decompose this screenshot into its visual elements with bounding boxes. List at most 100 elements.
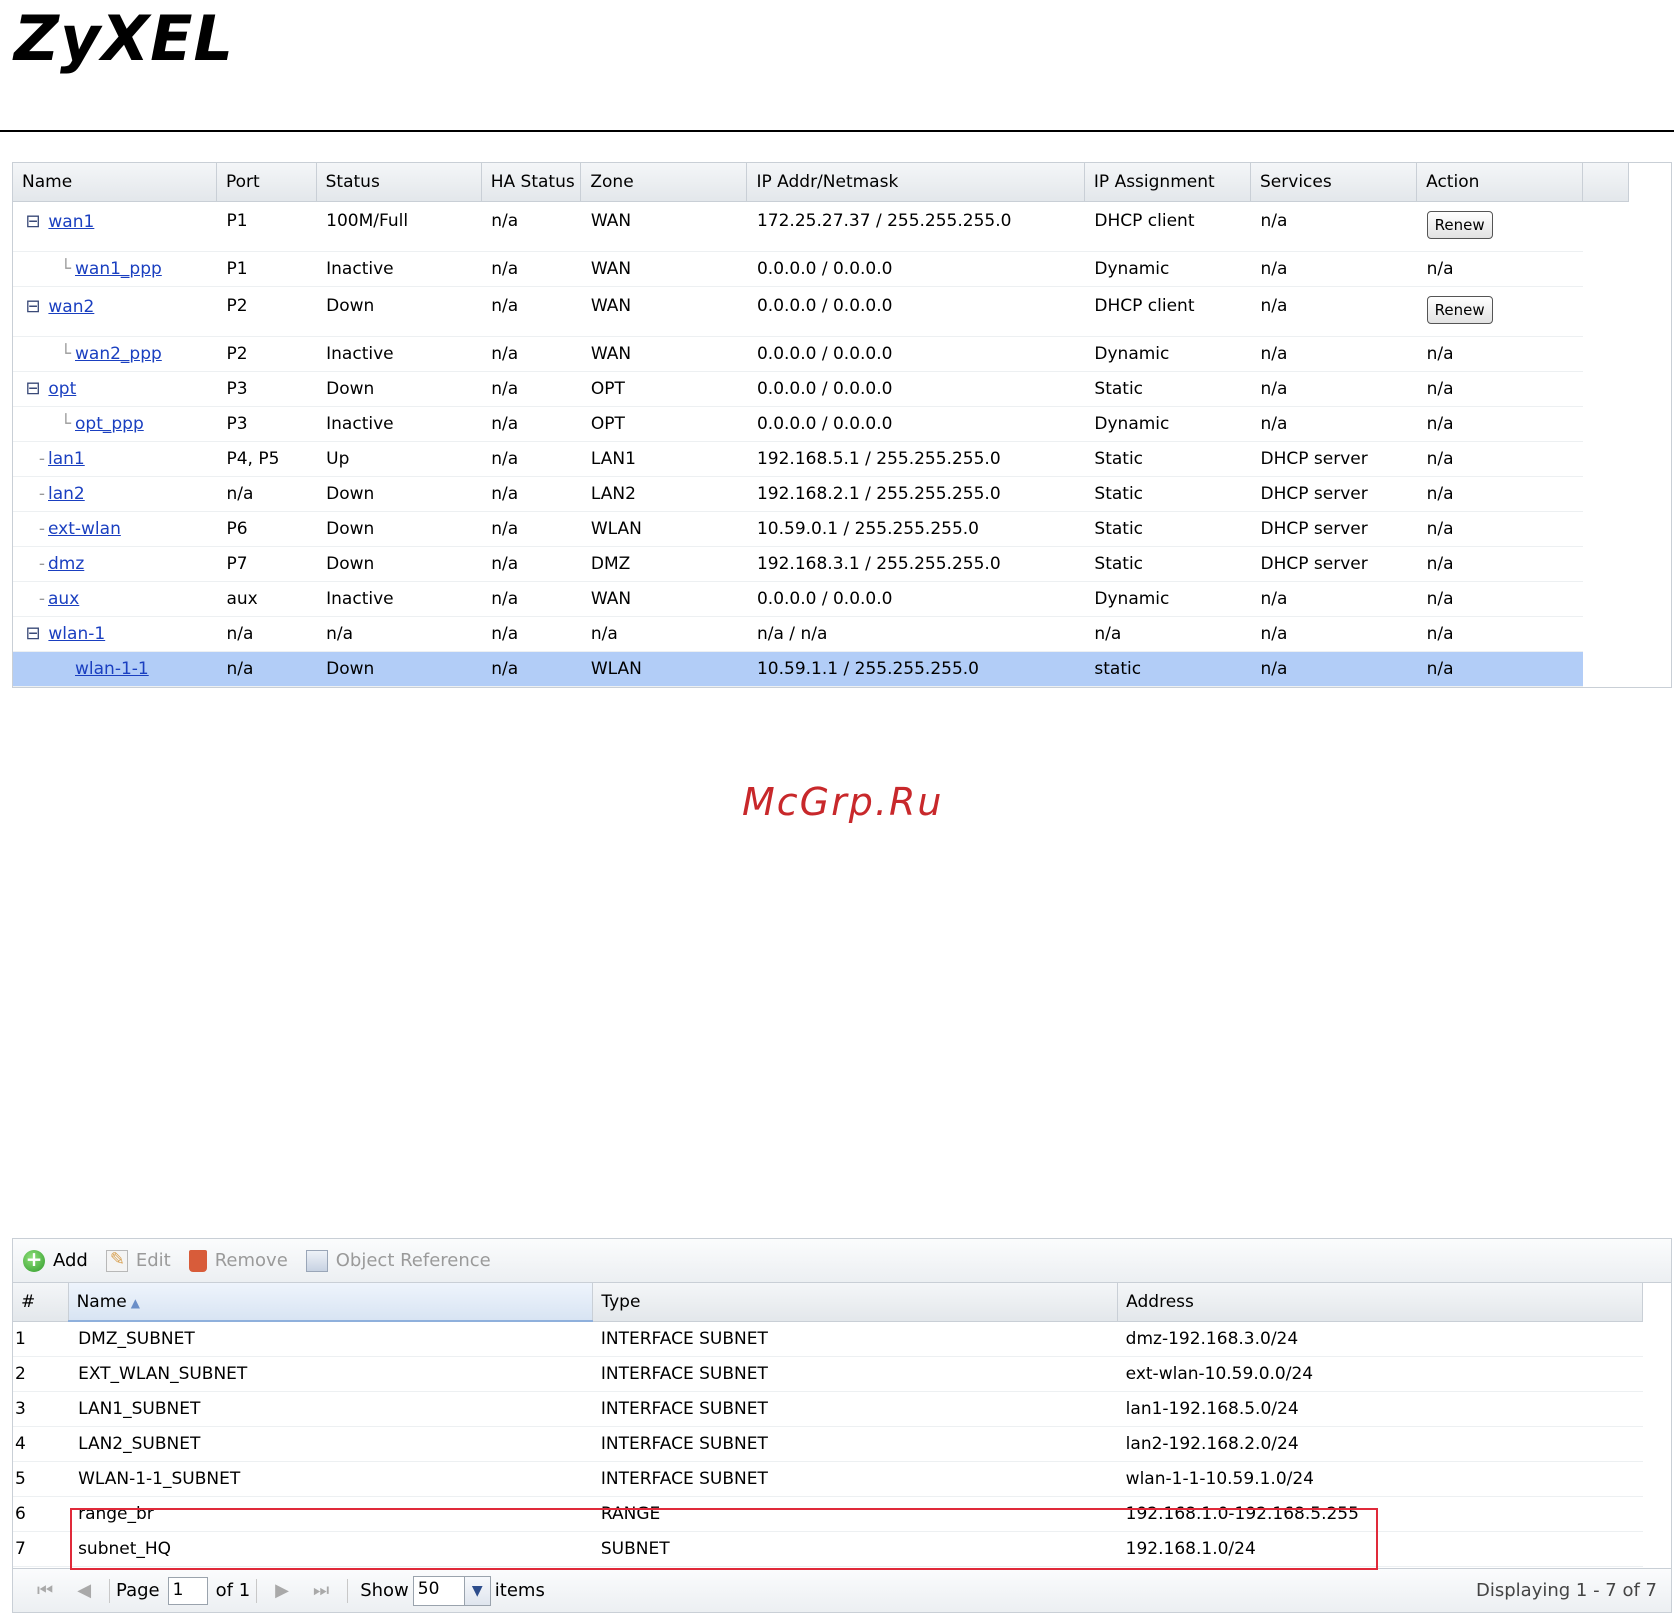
table-row-selected[interactable]: wlan-1-1 n/a Down n/a WLAN 10.59.1.1 / 2…	[13, 651, 1629, 687]
ip-cell: 192.168.5.1 / 255.255.255.0	[746, 441, 1085, 477]
action-cell: n/a	[1416, 511, 1583, 547]
ha-cell: n/a	[481, 441, 581, 477]
sort-ascending-icon: ▲	[130, 1295, 140, 1310]
table-row[interactable]: ⊟ wlan-1 n/a n/a n/a n/a n/a / n/a n/a n…	[13, 616, 1629, 652]
table-row[interactable]: - dmz P7 Down n/a DMZ 192.168.3.1 / 255.2…	[13, 546, 1629, 582]
items-per-page-select[interactable]: 50 ▼	[412, 1575, 491, 1606]
page-number-input[interactable]: 1	[167, 1576, 208, 1605]
ha-cell: n/a	[481, 371, 581, 407]
zone-cell: WAN	[580, 201, 747, 252]
interface-link[interactable]: opt_ppp	[75, 414, 144, 434]
status-cell: Inactive	[316, 336, 482, 372]
table-row[interactable]: 1 DMZ_SUBNET INTERFACE SUBNET dmz-192.16…	[13, 1321, 1643, 1357]
col-port[interactable]: Port	[216, 163, 317, 202]
table-row[interactable]: └ wan1_ppp P1 Inactive n/a WAN 0.0.0.0 / …	[13, 251, 1629, 287]
action-cell: n/a	[1416, 476, 1583, 512]
ip-cell: 0.0.0.0 / 0.0.0.0	[746, 286, 1085, 337]
services-cell: n/a	[1250, 371, 1417, 407]
tree-branch-icon: -	[38, 588, 45, 609]
ha-cell: n/a	[481, 336, 581, 372]
col-number[interactable]: #	[13, 1283, 69, 1322]
interface-link[interactable]: wan1	[48, 212, 94, 232]
table-row[interactable]: - aux aux Inactive n/a WAN 0.0.0.0 / 0.0.…	[13, 581, 1629, 617]
interface-link[interactable]: opt	[48, 379, 76, 399]
assign-cell: Static	[1084, 441, 1251, 477]
interface-link[interactable]: wlan-1	[48, 624, 105, 644]
pager-separator	[256, 1578, 258, 1603]
zone-cell: WLAN	[580, 511, 747, 547]
col-zone[interactable]: Zone	[580, 163, 748, 202]
port-cell: P1	[216, 201, 317, 252]
col-type[interactable]: Type	[592, 1283, 1119, 1322]
collapse-icon[interactable]: ⊟	[23, 296, 43, 317]
next-page-icon[interactable]: ▶	[275, 1580, 289, 1601]
interface-link[interactable]: dmz	[48, 554, 84, 574]
table-row[interactable]: ⊟ wan1 P1 100M/Full n/a WAN 172.25.27.37…	[13, 201, 1629, 252]
port-cell: n/a	[216, 476, 317, 512]
table-row[interactable]: ⊟ wan2 P2 Down n/a WAN 0.0.0.0 / 0.0.0.0…	[13, 286, 1629, 337]
remove-button[interactable]: Remove	[188, 1249, 288, 1272]
services-cell: n/a	[1250, 651, 1417, 687]
edit-button[interactable]: Edit	[105, 1249, 171, 1272]
table-row[interactable]: - lan2 n/a Down n/a LAN2 192.168.2.1 / 25…	[13, 476, 1629, 512]
interface-link[interactable]: lan2	[48, 484, 85, 504]
interface-link[interactable]: aux	[48, 589, 79, 609]
col-status[interactable]: Status	[316, 163, 482, 202]
table-row[interactable]: 4 LAN2_SUBNET INTERFACE SUBNET lan2-192.…	[13, 1426, 1643, 1462]
interface-link[interactable]: ext-wlan	[48, 519, 121, 539]
object-name: subnet_HQ	[68, 1531, 593, 1567]
object-address: lan1-192.168.5.0/24	[1117, 1391, 1643, 1427]
col-name-sorted[interactable]: Name ▲	[68, 1283, 594, 1322]
renew-button[interactable]: Renew	[1426, 295, 1493, 324]
tree-branch-icon: -	[38, 448, 45, 469]
interface-link[interactable]: wan2_ppp	[75, 344, 162, 364]
assign-cell: Static	[1084, 511, 1251, 547]
col-action[interactable]: Action	[1416, 163, 1584, 202]
ha-cell: n/a	[481, 201, 581, 252]
object-type: RANGE	[592, 1496, 1118, 1532]
object-name: range_br	[68, 1496, 593, 1532]
collapse-icon[interactable]: ⊟	[23, 623, 43, 644]
interface-link[interactable]: wan1_ppp	[75, 259, 162, 279]
interface-link[interactable]: wlan-1-1	[75, 659, 149, 679]
status-cell: Down	[316, 476, 482, 512]
ip-cell: 10.59.0.1 / 255.255.255.0	[746, 511, 1085, 547]
first-page-icon[interactable]: ⏮	[37, 1580, 53, 1601]
object-reference-button[interactable]: Object Reference	[305, 1249, 491, 1272]
pager-separator	[109, 1578, 111, 1603]
prev-page-icon[interactable]: ◀	[77, 1580, 91, 1601]
interface-link[interactable]: wan2	[48, 297, 94, 317]
col-name[interactable]: Name	[13, 163, 217, 202]
table-row[interactable]: - ext-wlan P6 Down n/a WLAN 10.59.0.1 / 2…	[13, 511, 1629, 547]
interface-link[interactable]: lan1	[48, 449, 85, 469]
last-page-icon[interactable]: ⏭	[313, 1580, 329, 1601]
table-row[interactable]: ⊟ opt P3 Down n/a OPT 0.0.0.0 / 0.0.0.0 …	[13, 371, 1629, 407]
table-row[interactable]: - lan1 P4, P5 Up n/a LAN1 192.168.5.1 / 2…	[13, 441, 1629, 477]
zone-cell: DMZ	[580, 546, 747, 582]
table-row[interactable]: └ wan2_ppp P2 Inactive n/a WAN 0.0.0.0 / …	[13, 336, 1629, 372]
collapse-icon[interactable]: ⊟	[23, 211, 43, 232]
add-button[interactable]: Add	[23, 1247, 88, 1272]
add-icon	[23, 1247, 45, 1272]
col-ip-assignment[interactable]: IP Assignment	[1084, 163, 1252, 202]
object-address: 192.168.1.0/24	[1117, 1531, 1643, 1567]
col-address[interactable]: Address	[1117, 1283, 1643, 1322]
table-row[interactable]: 3 LAN1_SUBNET INTERFACE SUBNET lan1-192.…	[13, 1391, 1643, 1427]
col-ha-status[interactable]: HA Status	[481, 163, 582, 202]
table-row[interactable]: 5 WLAN-1-1_SUBNET INTERFACE SUBNET wlan-…	[13, 1461, 1643, 1497]
assign-cell: Dynamic	[1084, 581, 1251, 617]
ha-cell: n/a	[481, 286, 581, 337]
collapse-icon[interactable]: ⊟	[23, 378, 43, 399]
renew-button[interactable]: Renew	[1426, 210, 1493, 239]
tree-branch-icon: └	[60, 413, 71, 434]
page-label: Page	[116, 1580, 160, 1601]
table-row[interactable]: 2 EXT_WLAN_SUBNET INTERFACE SUBNET ext-w…	[13, 1356, 1643, 1392]
table-row[interactable]: └ opt_ppp P3 Inactive n/a OPT 0.0.0.0 / 0…	[13, 406, 1629, 442]
col-services[interactable]: Services	[1250, 163, 1418, 202]
chevron-down-icon[interactable]: ▼	[464, 1575, 491, 1606]
zone-cell: WAN	[580, 336, 747, 372]
tree-branch-icon: -	[38, 483, 45, 504]
col-ip-addr[interactable]: IP Addr/Netmask	[746, 163, 1085, 202]
table-row[interactable]: 6 range_br RANGE 192.168.1.0-192.168.5.2…	[13, 1496, 1643, 1532]
table-row[interactable]: 7 subnet_HQ SUBNET 192.168.1.0/24	[13, 1531, 1643, 1567]
